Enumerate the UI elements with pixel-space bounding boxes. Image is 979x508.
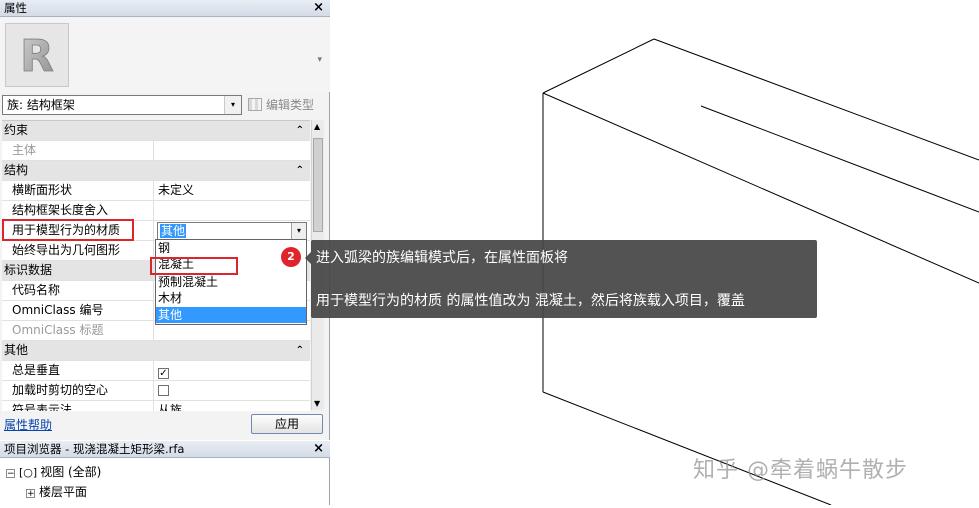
property-key: 总是垂直	[2, 361, 154, 380]
preview-scroll-icon[interactable]: ▾	[317, 55, 322, 65]
properties-titlebar: 属性 ×	[0, 0, 330, 17]
property-key: 结构框架长度舍入	[2, 201, 154, 220]
property-value	[155, 381, 310, 400]
tree-item-label: 楼层平面	[39, 485, 88, 499]
property-row-section-shape[interactable]: 横断面形状 未定义	[2, 181, 310, 201]
chevron-down-icon[interactable]: ▾	[291, 223, 306, 239]
property-key: 加载时剪切的空心	[2, 381, 154, 400]
collapse-icon[interactable]: ⌃	[296, 121, 304, 140]
family-type-label: 族: 结构框架	[7, 98, 75, 112]
property-key: OmniClass 编号	[2, 301, 154, 320]
beam-edge-top-left	[542, 38, 655, 94]
section-label: 约束	[4, 123, 29, 137]
material-select-value: 其他	[160, 224, 187, 238]
callout-line-2: 用于模型行为的材质 的属性值改为 混凝土，然后将族载入项目，覆盖	[316, 293, 745, 309]
instruction-callout: 进入弧梁的族编辑模式后，在属性面板将 用于模型行为的材质 的属性值改为 混凝土，…	[305, 240, 817, 318]
property-value: ✓	[155, 361, 310, 380]
property-row-cut-length[interactable]: 结构框架长度舍入	[2, 201, 310, 221]
section-other[interactable]: 其他 ⌃	[2, 341, 310, 361]
highlight-box-concrete	[150, 257, 238, 275]
type-preview: R ▾	[0, 17, 330, 92]
apply-button[interactable]: 应用	[251, 414, 323, 434]
tree-item-floor-plans[interactable]: + 楼层平面	[26, 484, 87, 500]
project-browser-titlebar: 项目浏览器 - 现浇混凝土矩形梁.rfa ×	[0, 441, 330, 458]
property-key: 横断面形状	[2, 181, 154, 200]
properties-panel: 属性 × R ▾ 族: 结构框架 ▾ 编辑类型 约束 ⌃ 主体 结构 ⌃ 横断面…	[0, 0, 330, 440]
family-type-selector[interactable]: 族: 结构框架 ▾	[2, 95, 242, 115]
property-row-host[interactable]: 主体	[2, 141, 310, 161]
property-row-symbolic-representation[interactable]: 符号表示法 从族	[2, 401, 310, 411]
scrollbar-thumb[interactable]	[313, 138, 323, 232]
property-value	[155, 201, 310, 220]
property-key: 代码名称	[2, 281, 154, 300]
edit-type-icon	[248, 98, 262, 111]
dropdown-option-selected[interactable]: 其他	[156, 307, 306, 323]
collapse-toggle-icon[interactable]: −	[6, 469, 15, 479]
beam-edge-bottom	[542, 391, 832, 506]
watermark: 知乎 @牵着蜗牛散步	[693, 458, 908, 483]
section-structure[interactable]: 结构 ⌃	[2, 161, 310, 181]
close-icon[interactable]: ×	[313, 0, 324, 16]
revit-logo-icon: R	[5, 23, 69, 87]
highlight-box-property	[2, 219, 134, 241]
chevron-down-icon[interactable]: ▾	[224, 96, 241, 114]
property-row-always-vertical[interactable]: 总是垂直 ✓	[2, 361, 310, 381]
collapse-icon[interactable]: ⌃	[296, 341, 304, 360]
callout-line-1: 进入弧梁的族编辑模式后，在属性面板将	[316, 250, 568, 266]
property-value: 未定义	[158, 183, 195, 197]
tree-item-views[interactable]: − [○] 视图 (全部)	[6, 464, 101, 481]
section-label: 其他	[4, 343, 29, 357]
project-browser-title: 项目浏览器 - 现浇混凝土矩形梁.rfa	[4, 442, 185, 456]
beam-edge-top-back	[653, 38, 979, 161]
scroll-down-icon[interactable]: ▼	[314, 399, 320, 408]
property-key: 主体	[2, 141, 154, 160]
property-key: 始终导出为几何图形	[2, 241, 154, 260]
views-icon: [○]	[19, 466, 38, 479]
beam-inner-edge	[700, 105, 979, 213]
project-browser: 项目浏览器 - 现浇混凝土矩形梁.rfa × − [○] 视图 (全部) + 楼层平面	[0, 441, 330, 505]
always-vertical-checkbox[interactable]: ✓	[158, 368, 169, 379]
property-value	[155, 141, 310, 160]
revit-logo-graphic: R	[20, 31, 55, 83]
section-constraints[interactable]: 约束 ⌃	[2, 121, 310, 141]
tree-item-label: 视图 (全部)	[40, 465, 102, 479]
properties-help-link[interactable]: 属性帮助	[4, 416, 52, 433]
dropdown-option[interactable]: 预制混凝土	[156, 274, 306, 290]
dropdown-option[interactable]: 木材	[156, 290, 306, 306]
close-icon[interactable]: ×	[313, 441, 324, 457]
edit-type-label: 编辑类型	[266, 98, 315, 112]
scroll-up-icon[interactable]: ▲	[314, 122, 320, 131]
collapse-icon[interactable]: ⌃	[296, 161, 304, 180]
expand-toggle-icon[interactable]: +	[26, 489, 35, 499]
property-key: OmniClass 标题	[2, 321, 154, 340]
property-key: 符号表示法	[2, 401, 154, 411]
cut-with-voids-checkbox[interactable]	[158, 385, 169, 396]
material-select[interactable]: 其他 ▾	[157, 222, 307, 240]
logo-letter: R	[20, 31, 54, 82]
property-value: 从族	[158, 403, 183, 411]
edit-type-button[interactable]: 编辑类型	[248, 96, 326, 114]
step-badge: 2	[281, 247, 301, 267]
properties-title: 属性	[4, 1, 27, 15]
section-label: 结构	[4, 163, 29, 177]
property-row-cut-with-voids[interactable]: 加载时剪切的空心	[2, 381, 310, 401]
